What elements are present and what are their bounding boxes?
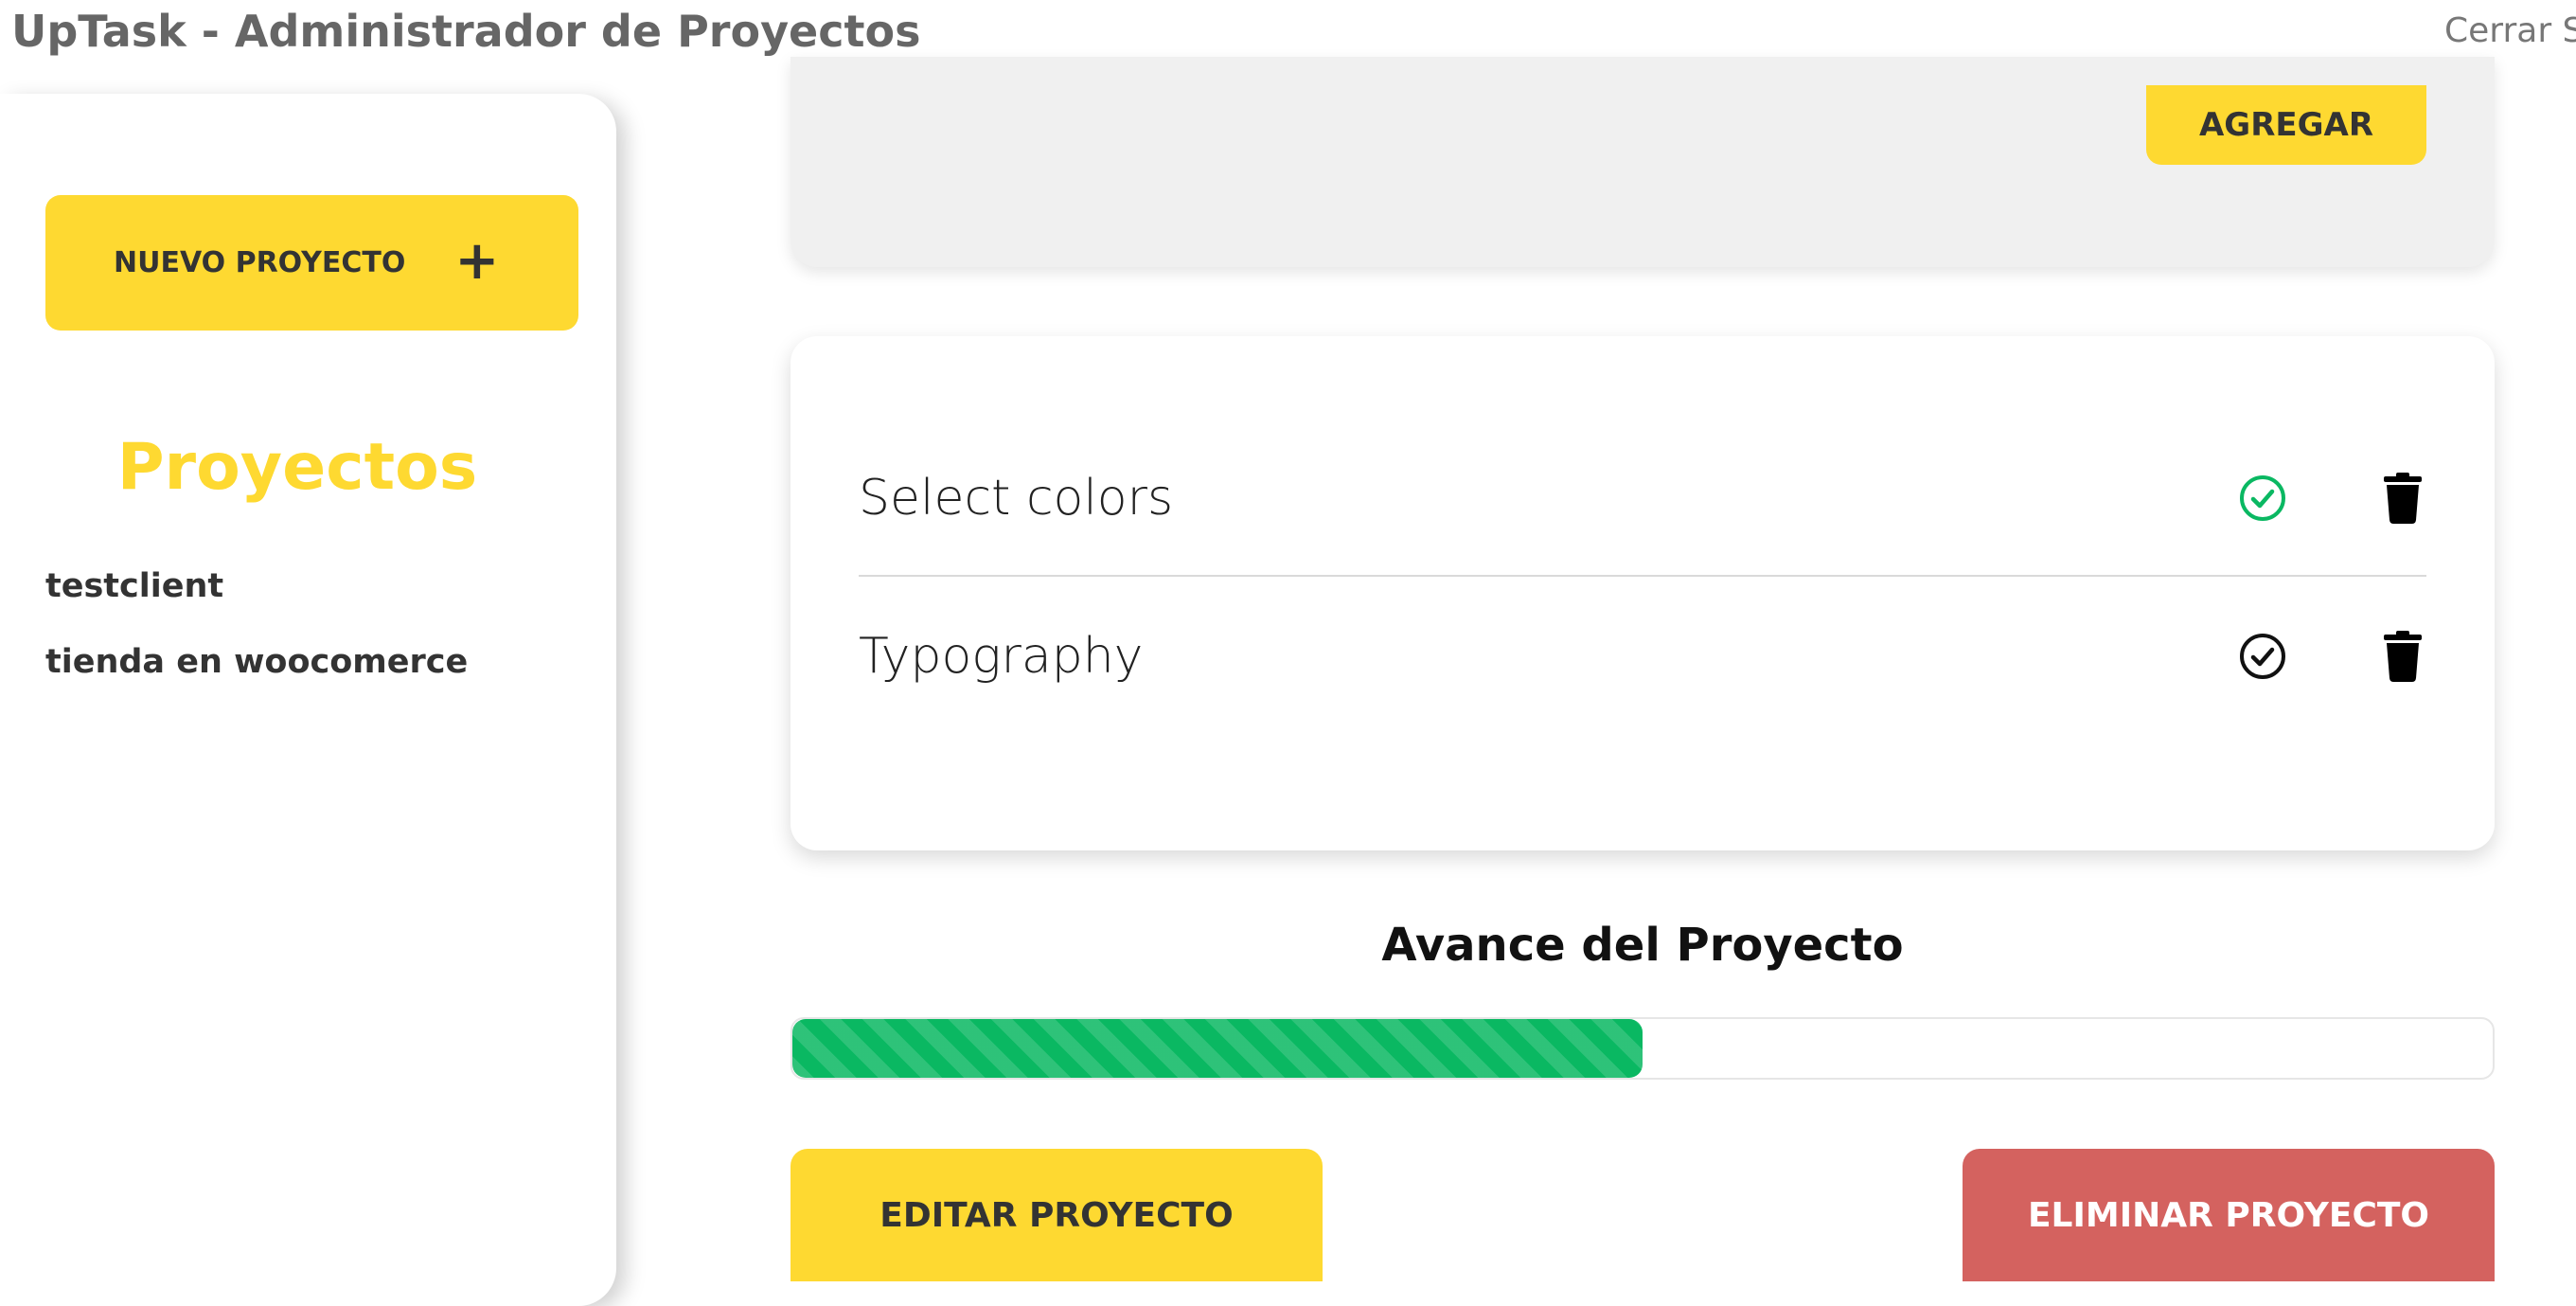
task-row: Typography <box>859 579 2426 734</box>
task-row: Select colors <box>859 421 2426 577</box>
task-name: Typography <box>859 628 1144 685</box>
tasks-card: Select colors Typography <box>791 336 2495 850</box>
project-link-tienda-en-woocomerce[interactable]: tienda en woocomerce <box>45 643 468 681</box>
logout-link[interactable]: Cerrar S <box>2444 11 2576 50</box>
projects-heading: Proyectos <box>116 430 478 505</box>
delete-project-button[interactable]: ELIMINAR PROYECTO <box>1963 1149 2495 1281</box>
project-link-testclient[interactable]: testclient <box>45 567 223 605</box>
new-project-label: NUEVO PROYECTO <box>114 246 406 279</box>
task-form-card: AGREGAR <box>791 57 2495 267</box>
progress-bar-fill <box>792 1019 1643 1078</box>
trash-icon[interactable] <box>2379 472 2426 525</box>
edit-project-button[interactable]: EDITAR PROYECTO <box>791 1149 1323 1281</box>
trash-icon[interactable] <box>2379 630 2426 683</box>
app-title: UpTask - Administrador de Proyectos <box>11 6 921 57</box>
new-project-button[interactable]: NUEVO PROYECTO + <box>45 195 578 331</box>
progress-title: Avance del Proyecto <box>1381 919 1904 972</box>
check-circle-icon[interactable] <box>2237 631 2288 682</box>
plus-icon: + <box>454 229 500 292</box>
check-circle-icon[interactable] <box>2237 473 2288 524</box>
progress-bar <box>791 1017 2495 1080</box>
add-task-button[interactable]: AGREGAR <box>2146 85 2426 165</box>
task-name: Select colors <box>859 470 1174 527</box>
sidebar: NUEVO PROYECTO + Proyectos testclient ti… <box>0 94 616 1306</box>
